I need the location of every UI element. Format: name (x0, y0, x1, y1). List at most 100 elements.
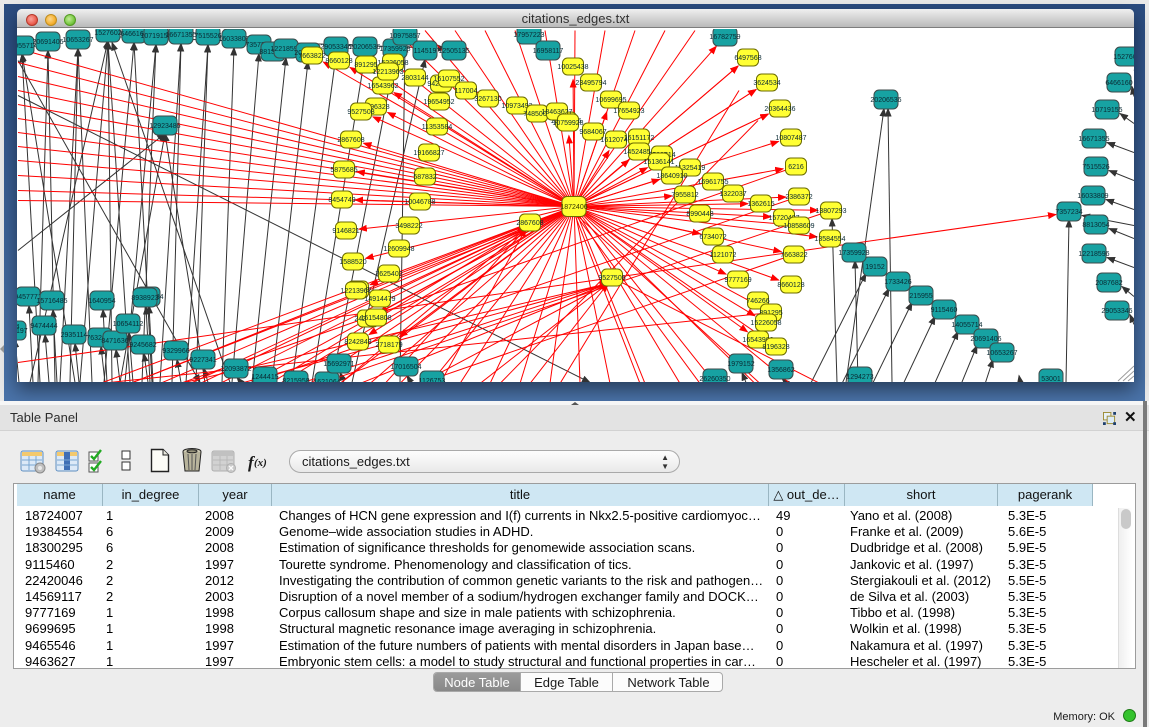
svg-text:20691406: 20691406 (970, 336, 1001, 343)
svg-text:2386372: 2386372 (785, 194, 812, 201)
svg-text:10975857: 10975857 (389, 33, 420, 40)
svg-text:17957223: 17957223 (513, 32, 544, 39)
svg-text:1121072: 1121072 (710, 252, 737, 259)
svg-text:8242848: 8242848 (344, 339, 371, 346)
svg-text:1322037: 1322037 (719, 191, 746, 198)
svg-text:19166827: 19166827 (413, 150, 444, 157)
svg-text:(x): (x) (254, 457, 267, 469)
svg-text:1527602: 1527602 (94, 30, 121, 37)
svg-text:13584554: 13584554 (814, 236, 845, 243)
svg-text:7663822: 7663822 (298, 53, 325, 60)
svg-text:3267130: 3267130 (474, 96, 501, 103)
svg-text:10719155: 10719155 (1091, 107, 1122, 114)
svg-text:8990448: 8990448 (686, 211, 713, 218)
svg-text:13807293: 13807293 (815, 208, 846, 215)
svg-text:16958117: 16958117 (533, 48, 564, 55)
svg-text:6734072: 6734072 (699, 234, 726, 241)
svg-text:1244415: 1244415 (251, 374, 278, 381)
svg-text:5875685: 5875685 (330, 167, 357, 174)
svg-text:15716485: 15716485 (36, 298, 67, 305)
svg-text:10653267: 10653267 (62, 37, 93, 44)
svg-text:1527602: 1527602 (1113, 54, 1134, 61)
svg-text:1979152: 1979152 (727, 361, 754, 368)
svg-text:1356862: 1356862 (767, 367, 794, 374)
svg-text:17359928: 17359928 (379, 46, 410, 53)
svg-text:17016504: 17016504 (390, 364, 421, 371)
svg-text:17359928: 17359928 (838, 250, 869, 257)
svg-text:15226058: 15226058 (750, 320, 781, 327)
svg-text:12213963: 12213963 (372, 69, 403, 76)
svg-text:20206536: 20206536 (349, 44, 380, 51)
svg-text:26260350: 26260350 (699, 376, 730, 382)
svg-text:9684067: 9684067 (579, 129, 606, 136)
svg-text:16671355: 16671355 (1078, 136, 1109, 143)
svg-text:8660128: 8660128 (325, 58, 352, 65)
svg-text:7663822: 7663822 (780, 252, 807, 259)
svg-text:8813054: 8813054 (1082, 222, 1109, 229)
svg-text:15692971: 15692971 (323, 361, 354, 368)
svg-text:16154808: 16154808 (360, 315, 391, 322)
svg-text:9474444: 9474444 (30, 323, 57, 330)
svg-text:2867608: 2867608 (516, 220, 543, 227)
svg-text:10025438: 10025438 (557, 64, 588, 71)
svg-text:9329966: 9329966 (162, 348, 189, 355)
svg-text:1640954: 1640954 (88, 298, 115, 305)
svg-text:14055714: 14055714 (951, 322, 982, 329)
svg-text:3498222: 3498222 (395, 223, 422, 230)
svg-text:7625402: 7625402 (375, 271, 402, 278)
svg-text:10858609: 10858609 (783, 223, 814, 230)
svg-text:19152: 19152 (865, 264, 885, 271)
svg-text:15136141: 15136141 (643, 159, 674, 166)
svg-text:9115460: 9115460 (931, 307, 958, 314)
svg-text:10653267: 10653267 (986, 350, 1017, 357)
svg-text:8215958: 8215958 (282, 378, 309, 382)
svg-text:20691406: 20691406 (32, 39, 63, 46)
svg-text:9227341: 9227341 (189, 357, 216, 364)
svg-text:1126753: 1126753 (419, 378, 446, 382)
svg-text:891295: 891295 (354, 62, 377, 69)
svg-text:12213967: 12213967 (340, 288, 371, 295)
svg-text:10807487: 10807487 (775, 135, 806, 142)
svg-text:1362615: 1362615 (747, 201, 774, 208)
svg-text:10759928: 10759928 (552, 120, 583, 127)
svg-text:18640910: 18640910 (656, 173, 687, 180)
svg-text:2867608: 2867608 (337, 137, 364, 144)
svg-text:117004: 117004 (455, 88, 478, 95)
svg-text:1588520: 1588520 (339, 259, 366, 266)
svg-text:16033809: 16033809 (1077, 193, 1108, 200)
svg-text:17654923: 17654923 (613, 108, 644, 115)
svg-text:16671355: 16671355 (165, 32, 196, 39)
svg-text:20206536: 20206536 (870, 97, 901, 104)
svg-text:23495794: 23495794 (575, 80, 606, 87)
svg-text:6466160: 6466160 (1105, 80, 1132, 87)
svg-text:215955: 215955 (909, 293, 932, 300)
svg-text:1621064: 1621064 (313, 379, 340, 382)
svg-text:10654112: 10654112 (113, 321, 144, 328)
svg-text:16543962: 16543962 (367, 83, 398, 90)
svg-text:114519: 114519 (414, 48, 437, 55)
svg-text:6216: 6216 (788, 164, 804, 171)
svg-text:7357234: 7357234 (1055, 209, 1082, 216)
svg-text:1733426: 1733426 (884, 279, 911, 286)
svg-text:8454749: 8454749 (328, 197, 355, 204)
svg-text:7515526: 7515526 (1082, 164, 1109, 171)
svg-text:3624534: 3624534 (753, 80, 780, 87)
svg-text:1872406: 1872406 (560, 204, 587, 211)
svg-text:9777169: 9777169 (724, 277, 751, 284)
svg-text:53001: 53001 (1041, 376, 1061, 382)
svg-text:12218596: 12218596 (1078, 251, 1109, 258)
svg-text:9245682: 9245682 (129, 342, 156, 349)
svg-text:16782759: 16782759 (709, 34, 740, 41)
svg-text:2087682: 2087682 (1095, 280, 1122, 287)
svg-text:29053346: 29053346 (320, 44, 351, 51)
svg-text:12923486: 12923486 (149, 123, 180, 130)
svg-text:12093872: 12093872 (220, 366, 251, 373)
svg-text:14914479: 14914479 (364, 296, 395, 303)
svg-text:7955812: 7955812 (671, 192, 698, 199)
svg-text:15751024: 15751024 (17, 324, 20, 331)
svg-text:2803144: 2803144 (401, 75, 428, 82)
svg-text:8471636: 8471636 (101, 338, 128, 345)
svg-text:16961755: 16961755 (697, 179, 728, 186)
svg-text:20364436: 20364436 (764, 106, 795, 113)
svg-text:2935114: 2935114 (61, 332, 88, 339)
